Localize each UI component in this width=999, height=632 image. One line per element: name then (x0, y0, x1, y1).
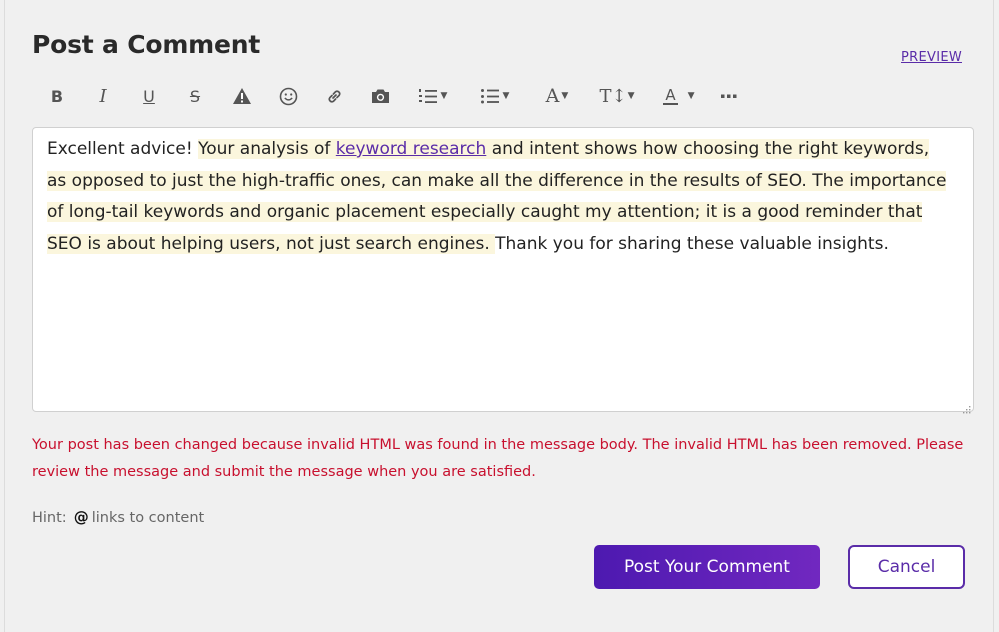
comment-text: Excellent advice! (47, 139, 199, 159)
chevron-down-icon: ▼ (502, 91, 510, 101)
bulleted-list-icon (480, 88, 499, 105)
underline-icon: U (143, 86, 155, 106)
numbered-list-button[interactable]: ▼ (413, 82, 453, 110)
page-title: Post a Comment (32, 30, 261, 59)
chevron-down-icon: ▼ (687, 91, 695, 101)
font-size-icon: T↕ (599, 85, 627, 107)
comment-text: Your analysis of (198, 139, 336, 159)
comment-text: Thank you for sharing these valuable ins… (495, 233, 889, 254)
comment-editor[interactable]: Excellent advice! Your analysis of keywo… (32, 127, 974, 414)
numbered-list-icon (418, 88, 437, 105)
comment-panel: Post a Comment PREVIEW B I U S ▼ ▼ A ▼ T… (4, 0, 994, 632)
bulleted-list-button[interactable]: ▼ (475, 82, 515, 110)
bold-icon: B (50, 86, 64, 106)
chevron-down-icon: ▼ (627, 91, 635, 101)
link-icon (325, 87, 344, 106)
strikethrough-button[interactable]: S (183, 82, 207, 110)
resize-handle[interactable] (961, 399, 971, 414)
hint-text: links to content (91, 510, 205, 526)
font-size-button[interactable]: T↕ ▼ (599, 82, 635, 110)
chevron-down-icon: ▼ (440, 91, 448, 101)
strikethrough-icon: S (189, 86, 201, 106)
italic-button[interactable]: I (91, 82, 115, 110)
font-family-icon: A (545, 85, 560, 107)
more-icon (721, 94, 737, 98)
emoji-button[interactable] (275, 82, 301, 110)
at-sign: @ (73, 508, 89, 526)
error-message: Your post has been changed because inval… (32, 437, 964, 480)
preview-link[interactable]: PREVIEW (901, 50, 962, 65)
editor-toolbar: B I U S ▼ ▼ A ▼ T↕ ▼ A ▼ (45, 82, 739, 110)
emoji-icon (279, 87, 298, 106)
chevron-down-icon: ▼ (561, 91, 569, 101)
warning-icon (232, 87, 252, 105)
spoiler-button[interactable] (229, 82, 255, 110)
font-color-button[interactable]: A ▼ (659, 82, 699, 110)
font-family-button[interactable]: A ▼ (539, 82, 575, 110)
insert-photo-button[interactable] (367, 82, 393, 110)
italic-icon: I (99, 85, 107, 107)
hint-label: Hint: (32, 510, 67, 526)
font-color-icon: A (663, 85, 678, 105)
underline-button[interactable]: U (137, 82, 161, 110)
camera-icon (370, 87, 391, 105)
comment-body[interactable]: Excellent advice! Your analysis of keywo… (47, 134, 952, 260)
keyword-research-link[interactable]: keyword research (336, 139, 487, 159)
more-options-button[interactable] (719, 82, 739, 110)
cancel-button[interactable]: Cancel (848, 545, 965, 589)
post-comment-button[interactable]: Post Your Comment (594, 545, 820, 589)
hint: Hint: @ links to content (32, 508, 204, 526)
insert-link-button[interactable] (321, 82, 347, 110)
bold-button[interactable]: B (45, 82, 69, 110)
